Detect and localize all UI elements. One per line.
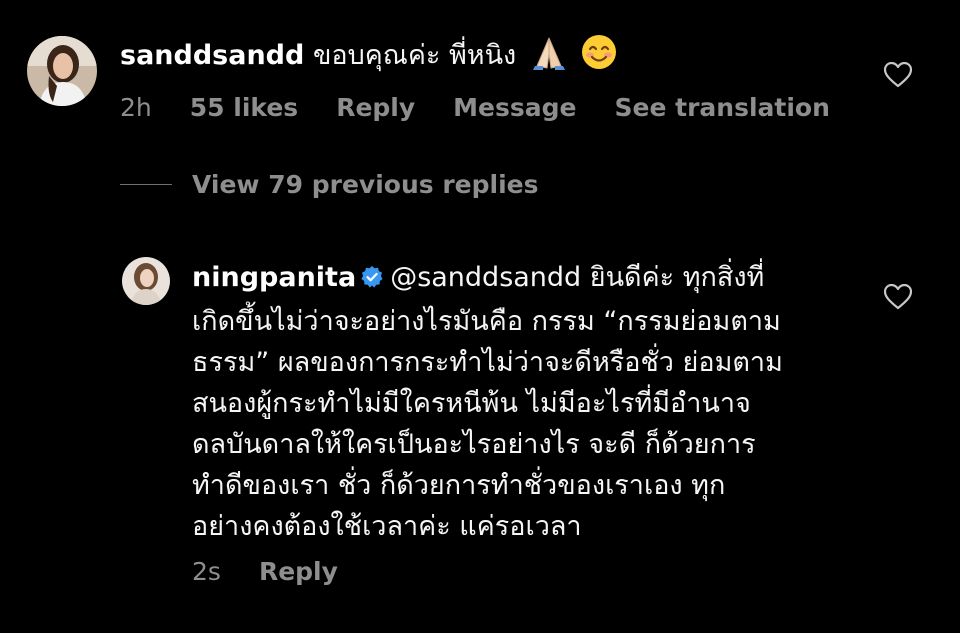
reply-body-line: @sanddsandd ยินดีค่ะ ทุกสิ่งที่: [390, 262, 765, 293]
smiling-face-icon: [581, 34, 617, 82]
reply-body-line: เกิดขึ้นไม่ว่าจะอย่างไรมันคือ กรรม “กรรม…: [192, 306, 781, 337]
username[interactable]: sanddsandd: [120, 40, 304, 71]
likes-count[interactable]: 55 likes: [190, 93, 298, 122]
view-replies-label[interactable]: View 79 previous replies: [192, 170, 538, 199]
verified-badge-icon: [360, 260, 384, 301]
heart-icon[interactable]: [883, 283, 913, 310]
timestamp: 2s: [192, 557, 221, 586]
comment-text: sanddsandd ขอบคุณค่ะ พี่หนิง: [120, 34, 617, 82]
avatar[interactable]: [27, 36, 97, 106]
message-button[interactable]: Message: [453, 93, 576, 122]
reply-body-line: ทำดีของเรา ชั่ว ก็ด้วยการทำชั่วของเราเอง…: [192, 470, 726, 501]
reply-body-line: ดลบันดาลให้ใครเป็นอะไรอย่างไร จะดี ก็ด้ว…: [192, 429, 756, 460]
avatar[interactable]: [122, 257, 170, 305]
username[interactable]: ningpanita: [192, 262, 356, 293]
reply-body-line: สนองผู้กระทำไม่มีใครหนีพ้น ไม่มีอะไรที่ม…: [192, 388, 751, 419]
timestamp: 2h: [120, 93, 152, 122]
heart-icon[interactable]: [883, 61, 913, 88]
reply-line-1: ningpanita @sanddsandd ยินดีค่ะ ทุกสิ่งท…: [192, 257, 783, 301]
view-previous-replies[interactable]: View 79 previous replies: [120, 170, 538, 199]
folded-hands-icon: [531, 36, 567, 82]
reply-body-line: ธรรม” ผลของการกระทำไม่ว่าจะดีหรือชั่ว ย่…: [192, 347, 783, 378]
comment-body: ขอบคุณค่ะ พี่หนิง: [312, 40, 517, 71]
reply-button[interactable]: Reply: [259, 557, 338, 586]
divider-line: [120, 184, 172, 185]
reply-body-line: อย่างคงต้องใช้เวลาค่ะ แค่รอเวลา: [192, 511, 582, 542]
see-translation-button[interactable]: See translation: [615, 93, 830, 122]
reply-meta: 2s Reply: [192, 557, 376, 586]
reply-button[interactable]: Reply: [336, 93, 415, 122]
reply-text: ningpanita @sanddsandd ยินดีค่ะ ทุกสิ่งท…: [192, 257, 783, 547]
comment-meta: 2h 55 likes Reply Message See translatio…: [120, 93, 868, 122]
